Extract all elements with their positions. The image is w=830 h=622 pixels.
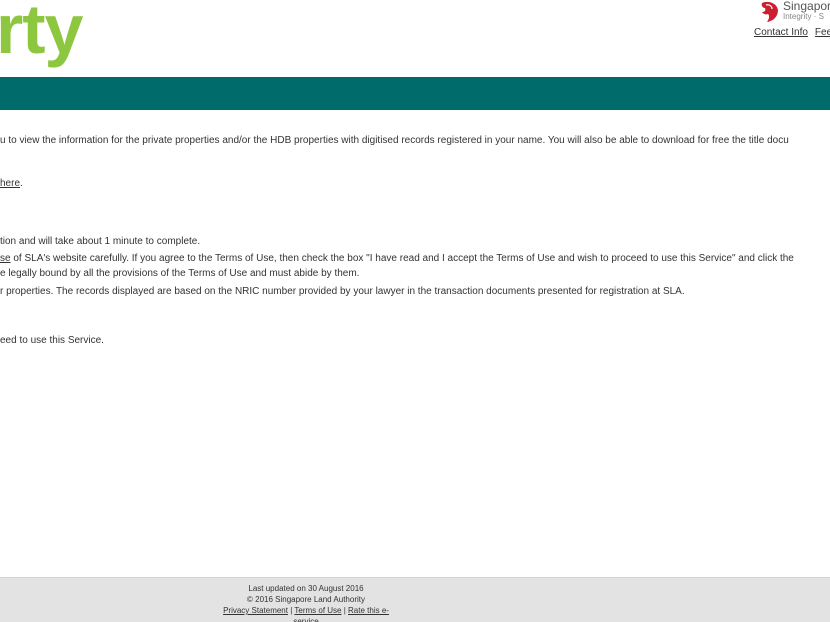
feedback-link[interactable]: Fee (815, 27, 830, 38)
top-links: Contact Info Fee (754, 27, 830, 38)
singapore-gov-brand[interactable]: Singapore Integrity · S (758, 0, 830, 24)
step-3-text: r properties. The records displayed are … (0, 286, 685, 297)
step-2-body: of SLA's website carefully. If you agree… (10, 253, 794, 264)
lion-head-icon (761, 1, 778, 23)
accept-terms-label: eed to use this Service. (0, 335, 104, 346)
page: rty Singapore Integrity · S Contact Info… (0, 0, 830, 622)
terms-of-use-footer-link[interactable]: Terms of Use (294, 606, 341, 615)
site-logo-text[interactable]: rty (0, 0, 83, 64)
step-2-continuation: e legally bound by all the provisions of… (0, 268, 360, 279)
step-2-text: se of SLA's website carefully. If you ag… (0, 253, 794, 264)
here-suffix: . (20, 178, 23, 189)
terms-of-use-link[interactable]: se (0, 253, 11, 264)
gov-motto: Integrity · S (783, 12, 824, 21)
footer: Last updated on 30 August 2016 © 2016 Si… (0, 577, 830, 622)
step-1-text: tion and will take about 1 minute to com… (0, 236, 201, 247)
copyright-text: © 2016 Singapore Land Authority (247, 595, 365, 604)
privacy-statement-link[interactable]: Privacy Statement (223, 606, 288, 615)
footer-links: Privacy Statement | Terms of Use | Rate … (211, 605, 401, 622)
header-bar (0, 77, 830, 110)
last-updated-text: Last updated on 30 August 2016 (248, 584, 364, 593)
footer-text-block: Last updated on 30 August 2016 © 2016 Si… (211, 583, 401, 622)
here-line: here. (0, 178, 23, 189)
intro-text: u to view the information for the privat… (0, 135, 789, 146)
here-link[interactable]: here (0, 178, 20, 189)
contact-info-link[interactable]: Contact Info (754, 27, 808, 38)
